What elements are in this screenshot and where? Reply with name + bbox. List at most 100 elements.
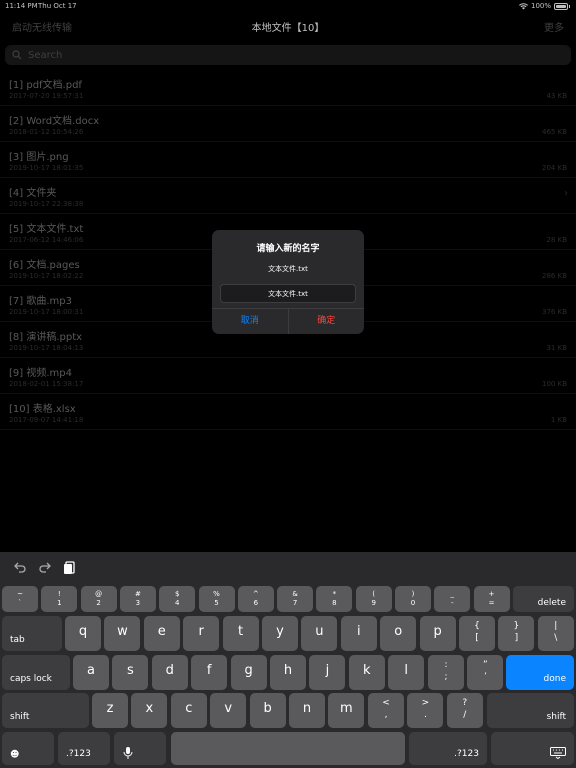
- key-top-char: ^: [252, 590, 259, 598]
- confirm-button[interactable]: 确定: [289, 309, 365, 334]
- key-m[interactable]: m: [328, 693, 365, 728]
- key-c[interactable]: c: [170, 693, 207, 728]
- key-x[interactable]: x: [131, 693, 168, 728]
- key-char: y: [276, 624, 284, 639]
- key-bottom-char: ,: [384, 710, 388, 720]
- numbers-key-right[interactable]: .?123: [409, 732, 487, 765]
- key-8[interactable]: * 8: [316, 586, 353, 612]
- key-char: w: [117, 624, 128, 639]
- key-0[interactable]: ) 0: [395, 586, 431, 612]
- key-p[interactable]: p: [419, 616, 456, 651]
- hide-keyboard-key[interactable]: [491, 732, 574, 765]
- key-d[interactable]: d: [151, 655, 188, 690]
- numbers-key-left[interactable]: .?123: [58, 732, 110, 765]
- key-q[interactable]: q: [65, 616, 101, 651]
- delete-key[interactable]: delete: [513, 586, 574, 612]
- key-5[interactable]: % 5: [198, 586, 235, 612]
- numbers-label: .?123: [454, 749, 479, 759]
- key-top-char: ”: [483, 660, 488, 670]
- key-o[interactable]: o: [380, 616, 417, 651]
- redo-icon[interactable]: [37, 559, 53, 575]
- key-1[interactable]: ! 1: [41, 586, 78, 612]
- key--[interactable]: _ -: [434, 586, 471, 612]
- done-label: done: [543, 674, 566, 684]
- key-bottom-char: 3: [135, 599, 141, 607]
- rename-input[interactable]: [220, 284, 356, 303]
- key-9[interactable]: (9: [355, 586, 392, 612]
- key-l[interactable]: l: [388, 655, 425, 690]
- shift-left-key[interactable]: shift: [2, 693, 89, 728]
- key-w[interactable]: w: [104, 616, 141, 651]
- key-bottom-char: -: [451, 599, 454, 607]
- key-bottom-char: 1: [57, 599, 62, 607]
- cancel-button[interactable]: 取消: [212, 309, 289, 334]
- key-bottom-char: ]: [514, 633, 519, 643]
- key-char: m: [340, 701, 353, 716]
- emoji-key[interactable]: ☻: [2, 732, 54, 765]
- undo-icon[interactable]: [12, 559, 28, 575]
- key-symbol[interactable]: | \: [537, 616, 574, 651]
- key-symbol[interactable]: >.: [407, 693, 444, 728]
- key-k[interactable]: k: [348, 655, 385, 690]
- key-2[interactable]: @2: [80, 586, 117, 612]
- key-e[interactable]: e: [143, 616, 180, 651]
- key-v[interactable]: v: [210, 693, 247, 728]
- key-top-char: *: [332, 590, 337, 598]
- key-top-char: %: [213, 590, 220, 598]
- key-bottom-char: ;: [444, 672, 448, 682]
- tab-key[interactable]: tab: [2, 616, 62, 651]
- done-key[interactable]: done: [506, 655, 574, 690]
- key-r[interactable]: r: [183, 616, 220, 651]
- key-z[interactable]: z: [92, 693, 128, 728]
- numbers-label: .?123: [66, 749, 91, 759]
- key-symbol[interactable]: :;: [428, 655, 464, 690]
- key-s[interactable]: s: [112, 655, 149, 690]
- key-bottom-char: 5: [214, 599, 219, 607]
- key-n[interactable]: n: [289, 693, 325, 728]
- key-f[interactable]: f: [191, 655, 228, 690]
- key-char: x: [145, 701, 154, 716]
- key-symbol[interactable]: {[: [459, 616, 495, 651]
- shift-label: shift: [10, 712, 30, 722]
- key-b[interactable]: b: [249, 693, 286, 728]
- key-7[interactable]: & 7: [277, 586, 314, 612]
- key-char: c: [185, 701, 193, 716]
- key-4[interactable]: $4: [159, 586, 196, 612]
- key-symbol[interactable]: ? /: [446, 693, 483, 728]
- key-top-char: :: [444, 660, 448, 670]
- key-j[interactable]: j: [309, 655, 346, 690]
- key-t[interactable]: t: [222, 616, 259, 651]
- space-key[interactable]: [171, 732, 405, 765]
- key-i[interactable]: i: [340, 616, 377, 651]
- paste-icon[interactable]: [62, 559, 78, 575]
- key-symbol[interactable]: <,: [368, 693, 404, 728]
- shift-right-key[interactable]: shift: [487, 693, 574, 728]
- key-bottom-char: 7: [292, 599, 298, 607]
- key-char: a: [87, 663, 95, 678]
- key-g[interactable]: g: [230, 655, 267, 690]
- microphone-icon: [123, 747, 133, 759]
- dialog-title: 请输入新的名字: [256, 244, 320, 254]
- key-3[interactable]: #3: [119, 586, 156, 612]
- dictation-key[interactable]: [114, 732, 166, 765]
- key-h[interactable]: h: [270, 655, 306, 690]
- tab-label: tab: [10, 635, 25, 645]
- key-char: z: [106, 701, 114, 716]
- key-symbol[interactable]: ”’: [467, 655, 504, 690]
- key-char: j: [325, 663, 330, 678]
- key-=[interactable]: + =: [473, 586, 510, 612]
- caps-lock-key[interactable]: caps lock: [2, 655, 70, 690]
- key-char: o: [394, 624, 403, 639]
- key-symbol[interactable]: }]: [498, 616, 535, 651]
- key-top-char: !: [57, 590, 61, 598]
- key-u[interactable]: u: [301, 616, 338, 651]
- key-char: b: [263, 701, 272, 716]
- key-char: e: [157, 624, 166, 639]
- key-y[interactable]: y: [262, 616, 298, 651]
- key-6[interactable]: ^ 6: [237, 586, 274, 612]
- key-char: i: [356, 624, 361, 639]
- key-a[interactable]: a: [73, 655, 109, 690]
- key-bottom-char: ’: [483, 672, 487, 682]
- caps-lock-label: caps lock: [10, 674, 52, 684]
- key-`[interactable]: ~ `: [2, 586, 38, 612]
